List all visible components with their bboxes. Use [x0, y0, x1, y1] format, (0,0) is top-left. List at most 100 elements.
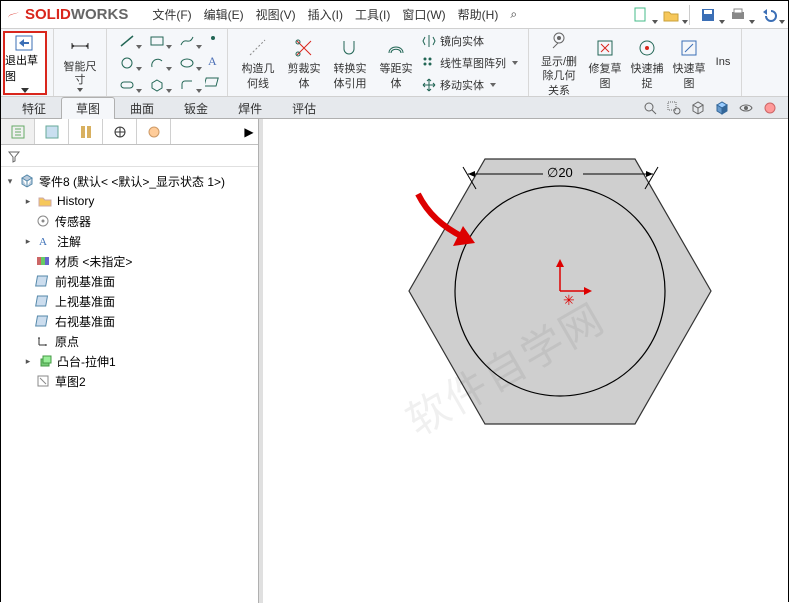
convert-entities-button[interactable]: 转换实体引用: [326, 35, 374, 89]
tree-root[interactable]: ▾ 零件8 (默认< <默认>_显示状态 1>): [3, 171, 256, 191]
ribbon: 退出草图 智能尺寸 A 构造几何线: [1, 29, 788, 97]
display-style-button[interactable]: [712, 99, 732, 117]
offset-icon: [385, 37, 407, 59]
fm-tab-tree[interactable]: [1, 119, 35, 144]
arc-tool[interactable]: [143, 53, 171, 73]
fm-tab-display[interactable]: [137, 119, 171, 144]
fillet-tool[interactable]: [173, 75, 201, 95]
menu-bar: SOLIDWORKS 文件(F) 编辑(E) 视图(V) 插入(I) 工具(I)…: [1, 1, 788, 29]
rect-tool[interactable]: [143, 31, 171, 51]
circle-tool[interactable]: [113, 53, 141, 73]
rapid-sketch-button[interactable]: 快速草图: [669, 35, 709, 89]
mirror-entities-button[interactable]: 镜向实体: [422, 31, 518, 51]
plane-icon: [35, 273, 51, 289]
sketch-tools-grid: [113, 31, 201, 95]
plane-tool[interactable]: [205, 75, 221, 95]
tab-evaluate[interactable]: 评估: [277, 97, 331, 119]
tree-top-plane[interactable]: 上视基准面: [3, 291, 256, 311]
graphics-area[interactable]: ∅20 ✳ 软件自学网: [263, 119, 788, 603]
expand-icon[interactable]: ▾: [5, 176, 15, 186]
expand-icon[interactable]: ▸: [23, 356, 33, 366]
zoom-area-button[interactable]: [664, 99, 684, 117]
extrude-icon: [37, 353, 53, 369]
offset-entities-button[interactable]: 等距实体: [376, 35, 416, 89]
tab-weldments[interactable]: 焊件: [223, 97, 277, 119]
tree-front-plane[interactable]: 前视基准面: [3, 271, 256, 291]
tab-sketch[interactable]: 草图: [61, 97, 115, 119]
expand-icon[interactable]: ▸: [23, 236, 33, 246]
feature-manager-panel: ▶ ▾ 零件8 (默认< <默认>_显示状态 1>) ▸ History 传感器: [1, 119, 259, 603]
plane-icon: [35, 313, 51, 329]
show-delete-relations-button[interactable]: 显示/删除几何关系: [535, 28, 583, 96]
tab-sheetmetal[interactable]: 钣金: [169, 97, 223, 119]
fm-tab-config[interactable]: [69, 119, 103, 144]
appearance-button[interactable]: [760, 99, 780, 117]
fm-filter-bar[interactable]: [1, 145, 258, 167]
view-orientation-button[interactable]: [688, 99, 708, 117]
tab-features[interactable]: 特征: [7, 97, 61, 119]
plane-icon: [35, 293, 51, 309]
command-tabs: 特征 草图 曲面 钣金 焊件 评估: [1, 97, 788, 119]
qat-open-button[interactable]: [657, 3, 685, 27]
expand-icon[interactable]: ▸: [23, 196, 33, 206]
relations-icon: [548, 30, 570, 52]
menu-tools[interactable]: 工具(I): [349, 2, 396, 27]
dimension-label: ∅20: [547, 165, 573, 180]
quick-access-toolbar: [627, 3, 788, 27]
fm-tab-dim[interactable]: [103, 119, 137, 144]
menu-help[interactable]: 帮助(H): [452, 2, 505, 27]
polygon-tool[interactable]: [143, 75, 171, 95]
quick-snap-button[interactable]: 快速捕捉: [627, 35, 667, 89]
text-tool[interactable]: A: [205, 53, 221, 73]
exit-sketch-button[interactable]: 退出草图: [3, 31, 47, 95]
qat-undo-button[interactable]: [754, 3, 782, 27]
menu-edit[interactable]: 编辑(E): [198, 2, 250, 27]
svg-text:A: A: [208, 54, 217, 67]
fm-collapse-button[interactable]: ▶: [240, 119, 258, 144]
instant-button[interactable]: Ins: [711, 56, 735, 68]
construction-geometry-button[interactable]: 构造几何线: [234, 35, 282, 89]
sketch-icon: [35, 373, 51, 389]
move-entities-button[interactable]: 移动实体: [422, 75, 518, 95]
tree-sensors[interactable]: 传感器: [3, 211, 256, 231]
smart-dimension-button[interactable]: 智能尺寸: [60, 33, 100, 91]
ellipse-tool[interactable]: [173, 53, 201, 73]
logo-works-text: WORKS: [71, 6, 129, 23]
point-tool[interactable]: [205, 31, 221, 51]
hide-show-button[interactable]: [736, 99, 756, 117]
tree-annotations[interactable]: ▸ A 注解: [3, 231, 256, 251]
menu-insert[interactable]: 插入(I): [302, 2, 349, 27]
solidworks-logo-icon: [5, 6, 23, 24]
slot-tool[interactable]: [113, 75, 141, 95]
menu-file[interactable]: 文件(F): [146, 2, 197, 27]
tree-origin[interactable]: 原点: [3, 331, 256, 351]
line-tool[interactable]: [113, 31, 141, 51]
linear-pattern-button[interactable]: 线性草图阵列: [422, 53, 518, 73]
feature-manager-tabs: ▶: [1, 119, 258, 145]
menu-window[interactable]: 窗口(W): [396, 2, 451, 27]
logo-solid-text: SOLID: [25, 6, 71, 23]
menu-search[interactable]: ⌕: [504, 3, 523, 26]
trim-entities-button[interactable]: 剪裁实体: [284, 35, 324, 89]
qat-print-button[interactable]: [724, 3, 752, 27]
fm-tab-property[interactable]: [35, 119, 69, 144]
chevron-down-icon: [77, 88, 83, 92]
menu-view[interactable]: 视图(V): [250, 2, 302, 27]
tree-boss-extrude[interactable]: ▸ 凸台-拉伸1: [3, 351, 256, 371]
chevron-down-icon: [512, 61, 518, 65]
zoom-fit-button[interactable]: [640, 99, 660, 117]
repair-sketch-button[interactable]: 修复草图: [585, 35, 625, 89]
qat-new-button[interactable]: [627, 3, 655, 27]
tree-history[interactable]: ▸ History: [3, 191, 256, 211]
annotation-icon: A: [37, 233, 53, 249]
tree-right-plane[interactable]: 右视基准面: [3, 311, 256, 331]
snap-icon: [636, 37, 658, 59]
tab-surfaces[interactable]: 曲面: [115, 97, 169, 119]
tree-sketch2[interactable]: 草图2: [3, 371, 256, 391]
view-toolbar: [640, 99, 788, 117]
tree-material[interactable]: 材质 <未指定>: [3, 251, 256, 271]
move-icon: [422, 78, 436, 92]
spline-tool[interactable]: [173, 31, 201, 51]
mirror-icon: [422, 34, 436, 48]
qat-save-button[interactable]: [694, 3, 722, 27]
